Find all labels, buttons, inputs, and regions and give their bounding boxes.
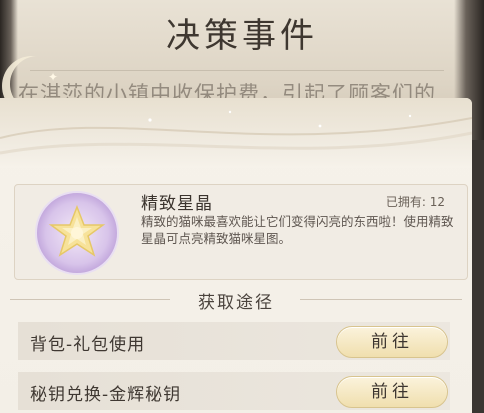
swirl-decoration (0, 110, 472, 155)
item-owned-count: 已拥有: 12 (385, 195, 445, 209)
star-crystal-graphic (48, 204, 106, 257)
star-crystal-icon (35, 191, 119, 275)
item-popup: 精致星晶 已拥有: 12 精致的猫咪最喜欢能让它们变得闪亮的东西啦！使用精致星晶… (0, 98, 472, 413)
go-button[interactable]: 前往 (336, 376, 448, 408)
item-description: 精致的猫咪最喜欢能让它们变得闪亮的东西啦！使用精致星晶可点亮精致猫咪星图。 (141, 214, 454, 246)
obtain-title: 获取途径 (198, 293, 274, 313)
route-row: 秘钥兑换-金辉秘钥 前往 (18, 372, 450, 410)
item-info-card: 精致星晶 已拥有: 12 精致的猫咪最喜欢能让它们变得闪亮的东西啦！使用精致星晶… (14, 184, 468, 280)
route-label: 背包-礼包使用 (30, 335, 146, 355)
sparkle-icon: ✦ (48, 70, 59, 84)
item-name: 精致星晶 (141, 194, 213, 214)
route-label: 秘钥兑换-金辉秘钥 (30, 385, 182, 405)
obtain-divider-right (300, 299, 462, 300)
event-title: 决策事件 (166, 16, 318, 56)
popup-header-decoration (0, 98, 472, 168)
event-divider (30, 70, 444, 71)
route-row: 背包-礼包使用 前往 (18, 322, 450, 360)
go-button[interactable]: 前往 (336, 326, 448, 358)
